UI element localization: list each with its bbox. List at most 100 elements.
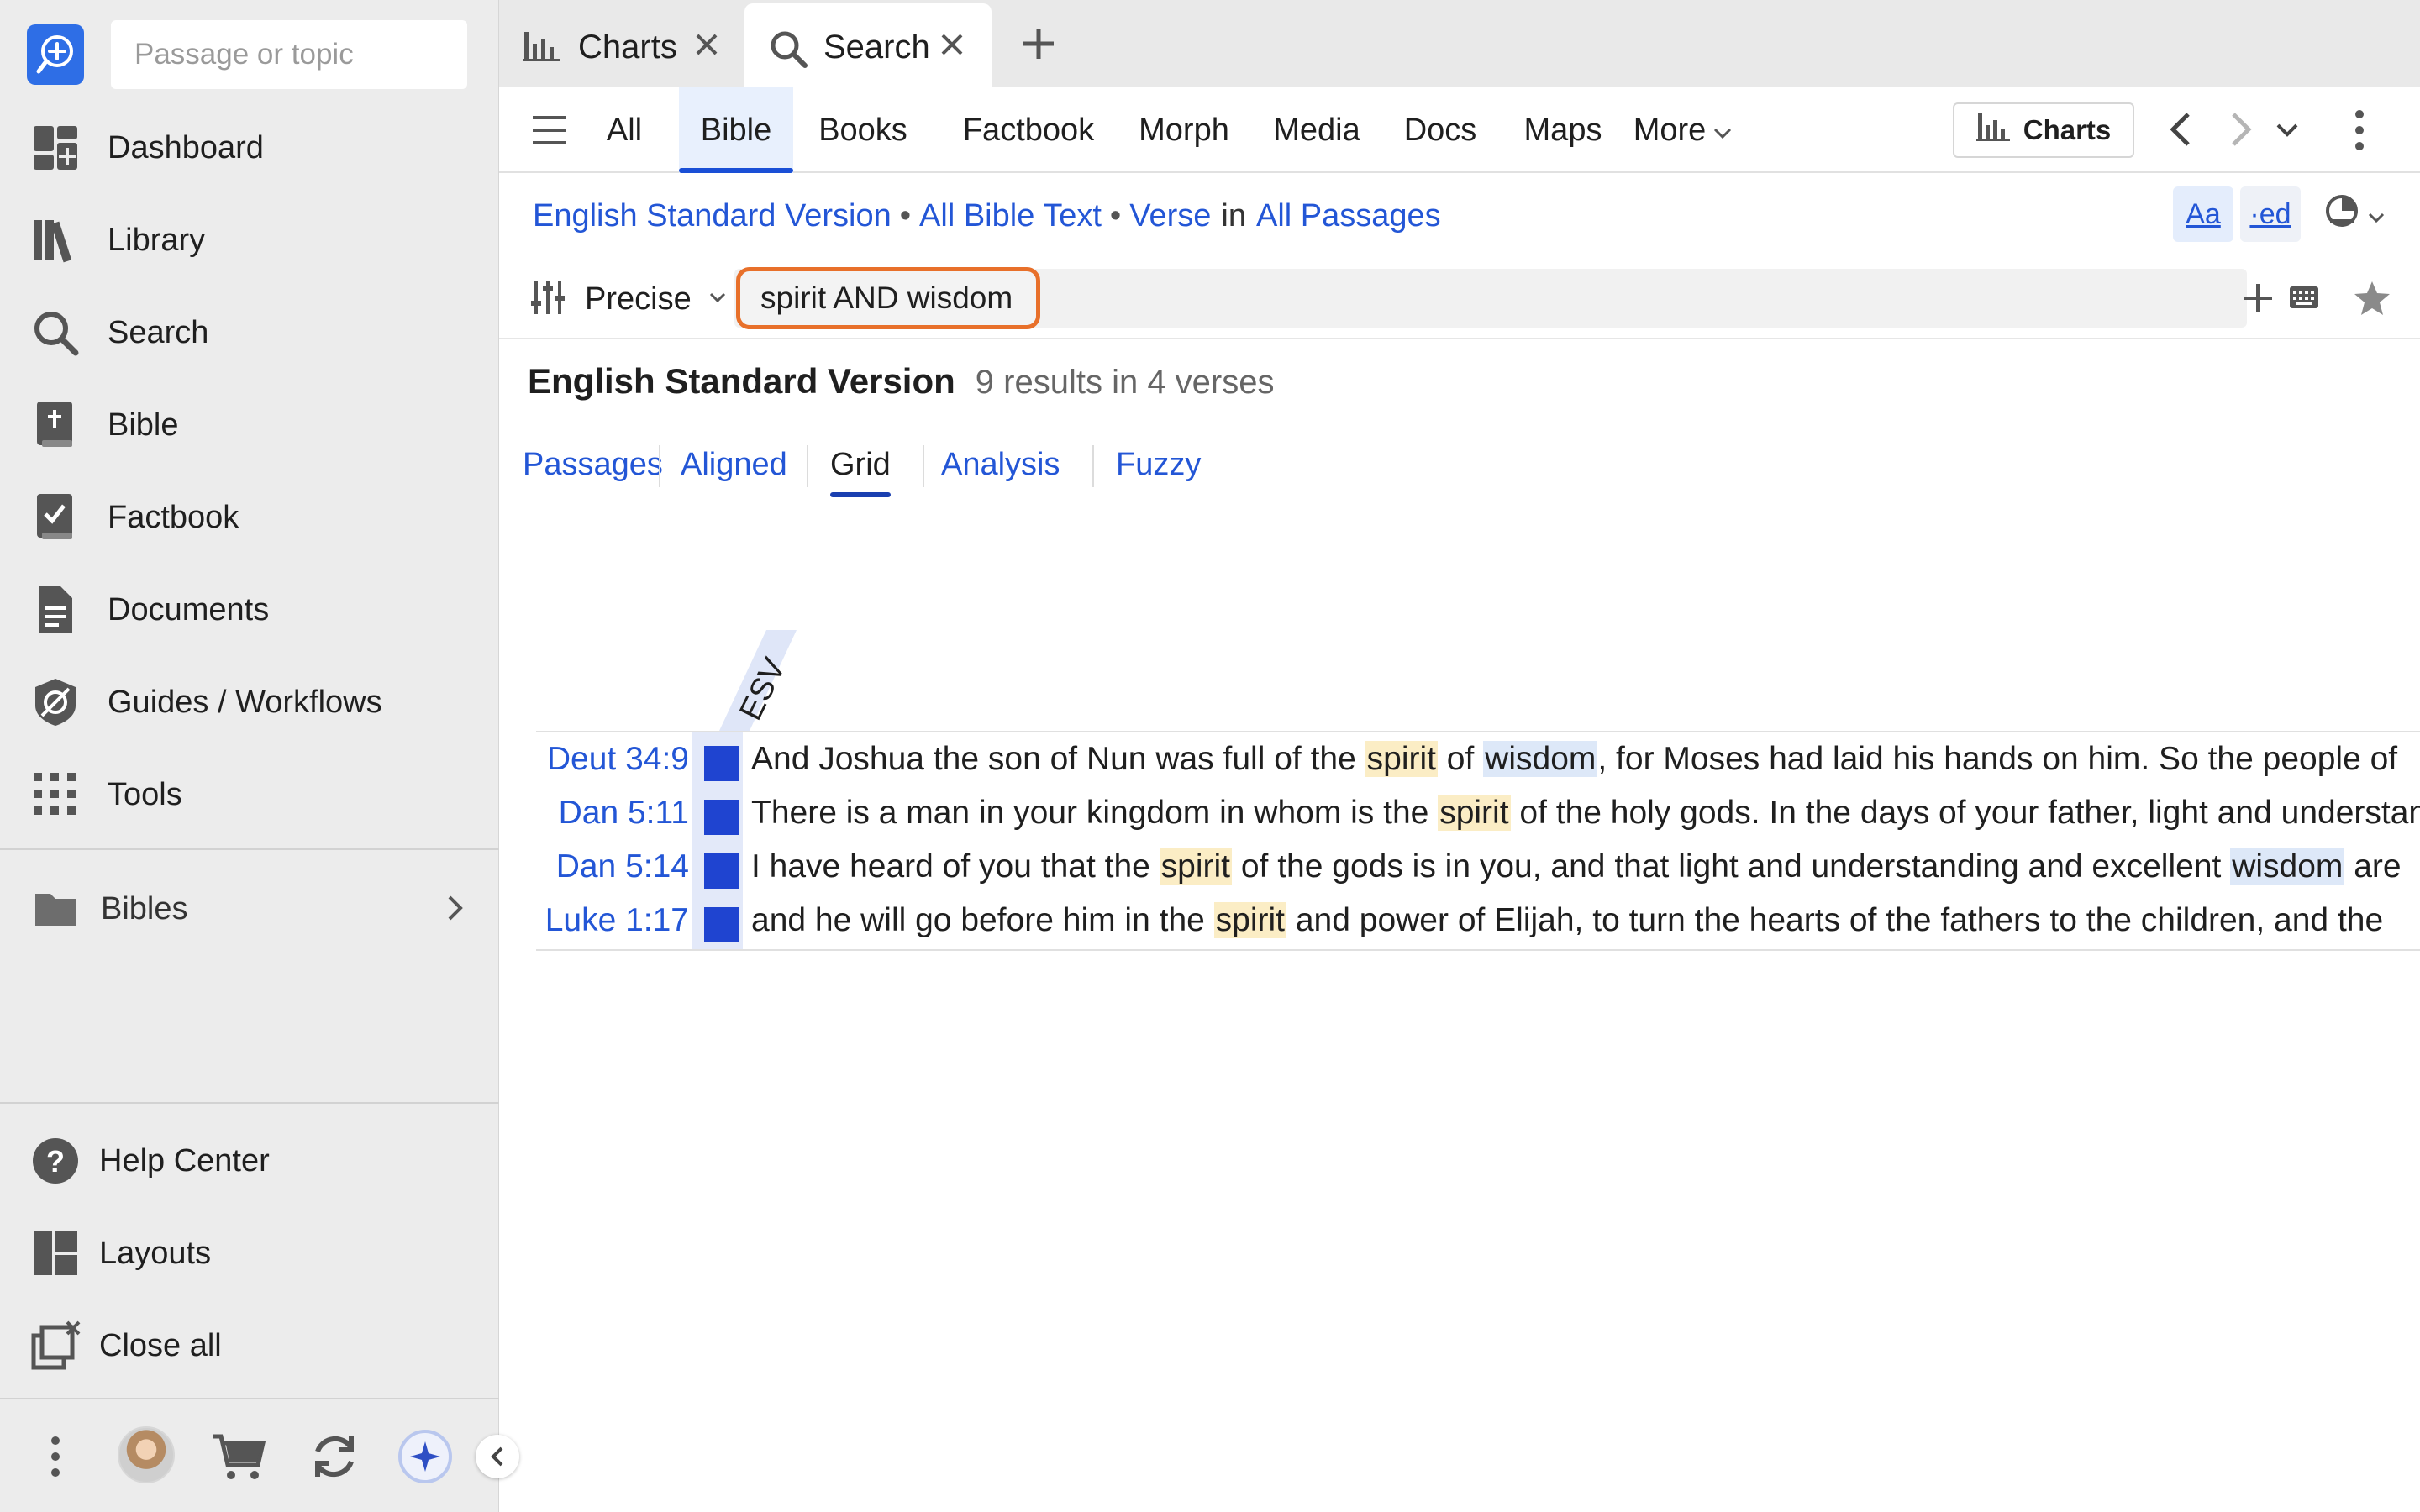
sidebar-item-library[interactable]: Library (0, 200, 499, 281)
sidebar-item-bible[interactable]: Bible (0, 385, 499, 465)
verse-reference-link[interactable]: Luke 1:17 (545, 902, 689, 939)
view-tab-separator (659, 445, 660, 487)
results-count: 9 results in 4 verses (975, 364, 1275, 401)
view-tab-label: Analysis (941, 447, 1060, 482)
tab-factbook[interactable]: Factbook (953, 87, 1104, 173)
tab-morph[interactable]: Morph (1131, 87, 1237, 173)
view-tab-label: Aligned (681, 447, 787, 482)
tab-label: Factbook (962, 112, 1095, 148)
hamburger-menu-icon[interactable] (531, 114, 568, 150)
highlight-spirit: spirit (1159, 848, 1233, 885)
breadcrumb-unit[interactable]: Verse (1129, 198, 1211, 234)
tab-maps[interactable]: Maps (1521, 87, 1605, 173)
highlight-spirit: spirit (1213, 902, 1287, 938)
breadcrumb-scope[interactable]: All Bible Text (919, 198, 1102, 234)
breadcrumb-range[interactable]: All Passages (1256, 198, 1441, 234)
tab-docs[interactable]: Docs (1398, 87, 1482, 173)
ai-sparkle-icon[interactable] (395, 1426, 455, 1487)
table-row[interactable]: Deut 34:9 And Joshua the son of Nun was … (499, 734, 2420, 788)
breadcrumb-version[interactable]: English Standard Version (533, 198, 892, 234)
search-query-text: spirit AND wisdom (760, 281, 1013, 315)
results-title: English Standard Version (528, 361, 955, 401)
document-icon (29, 583, 82, 637)
table-row[interactable]: Dan 5:11 There is a man in your kingdom … (499, 788, 2420, 842)
sidebar-divider (0, 1102, 499, 1104)
forward-arrow-icon[interactable] (2228, 111, 2254, 152)
sidebar-divider (0, 848, 499, 850)
passage-input[interactable] (111, 20, 467, 89)
close-icon[interactable] (694, 32, 719, 61)
verse-text-segment: I have heard of you that the (751, 848, 1160, 885)
sidebar-item-guides-workflows[interactable]: Guides / Workflows (0, 662, 499, 743)
tab-all[interactable]: All (592, 87, 657, 173)
verse-text: and he will go before him in the spirit … (751, 902, 2420, 939)
close-icon[interactable] (939, 32, 965, 61)
back-arrow-icon[interactable] (2168, 111, 2193, 152)
guides-icon (29, 675, 82, 729)
sidebar-item-close-all[interactable]: Close all (0, 1305, 499, 1386)
grid-hit-cell[interactable] (704, 853, 739, 889)
verse-reference-link[interactable]: Dan 5:14 (556, 848, 689, 885)
grid-column-header[interactable]: ESV (719, 541, 797, 731)
table-row[interactable]: Luke 1:17 and he will go before him in t… (499, 895, 2420, 949)
search-mode-dropdown[interactable]: Precise (529, 279, 727, 320)
close-all-icon (29, 1319, 82, 1373)
visual-filter-button[interactable] (2312, 186, 2396, 242)
more-vertical-icon[interactable] (2354, 109, 2365, 155)
keyboard-icon[interactable] (2289, 286, 2319, 313)
verse-reference-link[interactable]: Deut 34:9 (547, 741, 689, 778)
sync-icon[interactable] (304, 1426, 365, 1487)
sidebar-item-search[interactable]: Search (0, 292, 499, 373)
sidebar-item-label: Library (108, 222, 206, 258)
sidebar-item-help-center[interactable]: ? Help Center (0, 1121, 499, 1201)
add-tab-icon[interactable] (1020, 25, 1057, 66)
svg-text:?: ? (46, 1144, 65, 1179)
sidebar-item-label: Bibles (101, 890, 188, 927)
bar-chart-icon (1975, 112, 2010, 149)
charts-button[interactable]: Charts (1953, 102, 2134, 158)
tab-charts[interactable]: Charts (499, 3, 743, 87)
sliders-icon (529, 279, 566, 320)
app-logo-icon[interactable] (27, 24, 84, 85)
charts-button-label: Charts (2023, 114, 2112, 145)
history-chevron-down-icon[interactable] (2275, 123, 2299, 142)
tab-more[interactable]: More (1628, 87, 1738, 173)
collapse-sidebar-button[interactable] (476, 1435, 519, 1478)
grid-hit-cell[interactable] (704, 746, 739, 781)
sidebar-item-layouts[interactable]: Layouts (0, 1213, 499, 1294)
sidebar-divider (0, 1398, 499, 1399)
sidebar-item-bibles[interactable]: Bibles (0, 869, 499, 949)
sidebar-item-dashboard[interactable]: Dashboard (0, 108, 499, 188)
edit-format-button[interactable]: ·ed (2240, 186, 2301, 242)
chevron-down-icon (2367, 198, 2386, 231)
layouts-icon (29, 1226, 82, 1280)
avatar[interactable] (118, 1426, 175, 1483)
tab-media[interactable]: Media (1264, 87, 1370, 173)
view-tab-fuzzy[interactable]: Fuzzy (1116, 437, 1201, 492)
star-icon[interactable] (2353, 279, 2391, 322)
breadcrumb: English Standard Version • All Bible Text •… (533, 198, 1441, 234)
add-icon[interactable] (2242, 282, 2274, 318)
sidebar-item-tools[interactable]: Tools (0, 754, 499, 835)
help-icon: ? (29, 1134, 82, 1188)
grid-hit-cell[interactable] (704, 800, 739, 835)
grid-hit-cell[interactable] (704, 907, 739, 942)
view-tab-aligned[interactable]: Aligned (681, 437, 787, 492)
font-format-button[interactable]: Aa (2173, 186, 2233, 242)
view-tab-grid[interactable]: Grid (830, 437, 891, 497)
tab-search[interactable]: Search (744, 3, 992, 87)
search-query-input[interactable]: spirit AND wisdom (736, 267, 1040, 329)
cart-icon[interactable] (208, 1426, 269, 1487)
view-tab-passages[interactable]: Passages (523, 437, 663, 492)
tab-label: Docs (1403, 112, 1477, 148)
view-tab-separator (807, 445, 808, 487)
tab-books[interactable]: Books (812, 87, 914, 173)
table-row[interactable]: Dan 5:14 I have heard of you that the sp… (499, 842, 2420, 895)
more-vertical-icon[interactable] (25, 1426, 86, 1487)
dashboard-icon (29, 121, 82, 175)
verse-reference-link[interactable]: Dan 5:11 (559, 795, 689, 832)
view-tab-analysis[interactable]: Analysis (941, 437, 1060, 492)
tab-bible[interactable]: Bible (679, 87, 793, 173)
sidebar-item-documents[interactable]: Documents (0, 570, 499, 650)
sidebar-item-factbook[interactable]: Factbook (0, 477, 499, 558)
